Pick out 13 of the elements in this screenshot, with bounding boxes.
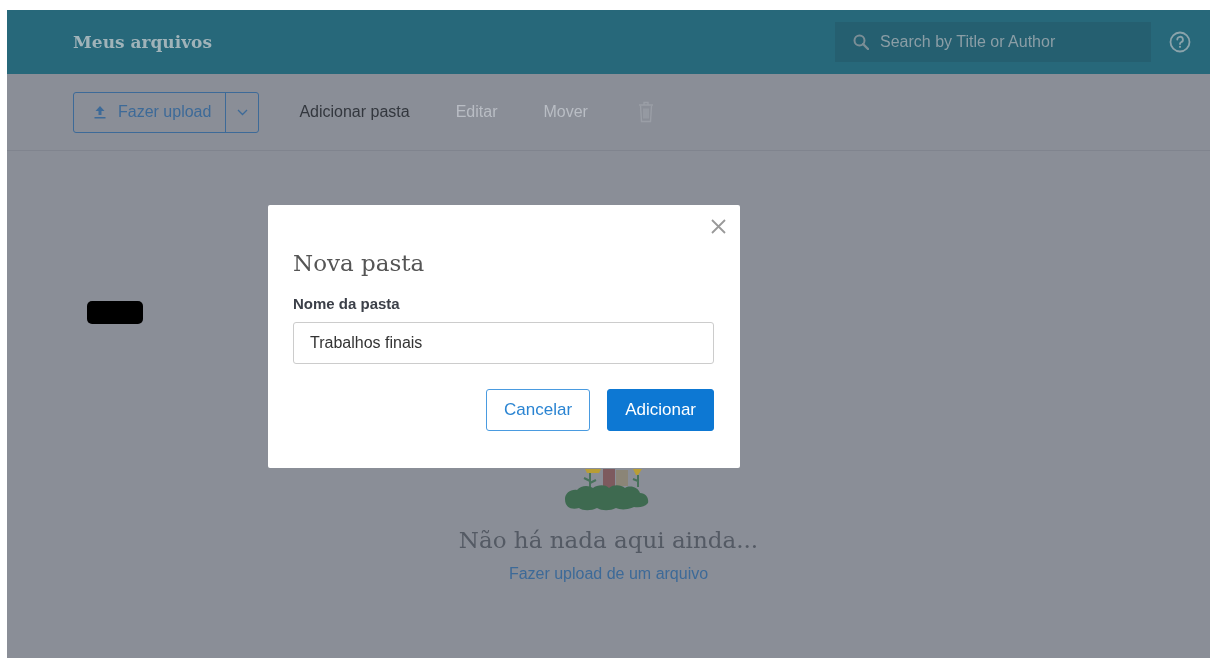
- help-icon[interactable]: [1169, 31, 1191, 53]
- toolbar-action[interactable]: Adicionar pasta: [299, 103, 410, 121]
- folder-name-field[interactable]: Trabalhos finais: [293, 322, 714, 364]
- upload-icon: [94, 105, 106, 119]
- close-icon[interactable]: [711, 219, 726, 234]
- confirm-button[interactable]: Adicionar: [607, 389, 714, 431]
- search-field[interactable]: Search by Title or Author: [835, 22, 1151, 62]
- caret-icon: [236, 108, 248, 116]
- dialog-title: Nova pasta: [293, 250, 425, 276]
- cancel-button[interactable]: Cancelar: [486, 389, 591, 431]
- page-title: Meus arquivos: [73, 32, 212, 52]
- redaction-block: [87, 301, 143, 324]
- field-label: Nome da pasta: [293, 295, 400, 312]
